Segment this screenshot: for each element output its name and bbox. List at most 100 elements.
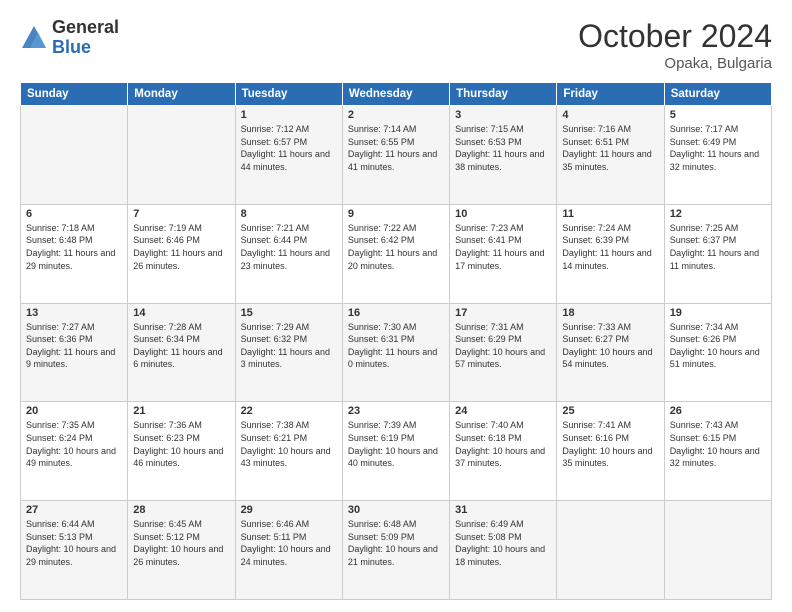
cell-content-0-3: Sunrise: 7:14 AMSunset: 6:55 PMDaylight:… — [348, 123, 444, 173]
day-num-4-4: 31 — [455, 504, 551, 516]
cell-content-4-3: Sunrise: 6:48 AMSunset: 5:09 PMDaylight:… — [348, 518, 444, 568]
day-num-0-3: 2 — [348, 109, 444, 121]
day-num-3-4: 24 — [455, 405, 551, 417]
day-num-1-0: 6 — [26, 208, 122, 220]
day-num-0-6: 5 — [670, 109, 766, 121]
cell-content-1-5: Sunrise: 7:24 AMSunset: 6:39 PMDaylight:… — [562, 222, 658, 272]
cell-1-6: 12 Sunrise: 7:25 AMSunset: 6:37 PMDayligh… — [664, 204, 771, 303]
day-num-1-6: 12 — [670, 208, 766, 220]
cell-content-1-4: Sunrise: 7:23 AMSunset: 6:41 PMDaylight:… — [455, 222, 551, 272]
month-title: October 2024 — [578, 18, 772, 55]
cell-content-2-6: Sunrise: 7:34 AMSunset: 6:26 PMDaylight:… — [670, 321, 766, 371]
cell-content-0-5: Sunrise: 7:16 AMSunset: 6:51 PMDaylight:… — [562, 123, 658, 173]
cell-1-3: 9 Sunrise: 7:22 AMSunset: 6:42 PMDaylight… — [342, 204, 449, 303]
cell-content-1-0: Sunrise: 7:18 AMSunset: 6:48 PMDaylight:… — [26, 222, 122, 272]
cell-content-2-4: Sunrise: 7:31 AMSunset: 6:29 PMDaylight:… — [455, 321, 551, 371]
header-thursday: Thursday — [450, 83, 557, 106]
cell-2-2: 15 Sunrise: 7:29 AMSunset: 6:32 PMDayligh… — [235, 303, 342, 402]
day-num-3-3: 23 — [348, 405, 444, 417]
cell-content-1-3: Sunrise: 7:22 AMSunset: 6:42 PMDaylight:… — [348, 222, 444, 272]
cell-content-1-6: Sunrise: 7:25 AMSunset: 6:37 PMDaylight:… — [670, 222, 766, 272]
cell-content-4-1: Sunrise: 6:45 AMSunset: 5:12 PMDaylight:… — [133, 518, 229, 568]
cell-content-2-5: Sunrise: 7:33 AMSunset: 6:27 PMDaylight:… — [562, 321, 658, 371]
cell-3-4: 24 Sunrise: 7:40 AMSunset: 6:18 PMDayligh… — [450, 402, 557, 501]
logo-general-text: General — [52, 18, 119, 38]
header-tuesday: Tuesday — [235, 83, 342, 106]
logo-text: General Blue — [52, 18, 119, 58]
cell-content-0-4: Sunrise: 7:15 AMSunset: 6:53 PMDaylight:… — [455, 123, 551, 173]
cell-content-4-4: Sunrise: 6:49 AMSunset: 5:08 PMDaylight:… — [455, 518, 551, 568]
day-num-1-3: 9 — [348, 208, 444, 220]
cell-content-4-0: Sunrise: 6:44 AMSunset: 5:13 PMDaylight:… — [26, 518, 122, 568]
header-friday: Friday — [557, 83, 664, 106]
day-num-2-6: 19 — [670, 307, 766, 319]
cell-0-6: 5 Sunrise: 7:17 AMSunset: 6:49 PMDaylight… — [664, 106, 771, 205]
cell-4-6 — [664, 501, 771, 600]
cell-1-2: 8 Sunrise: 7:21 AMSunset: 6:44 PMDaylight… — [235, 204, 342, 303]
title-block: October 2024 Opaka, Bulgaria — [578, 18, 772, 72]
day-num-0-2: 1 — [241, 109, 337, 121]
header: General Blue October 2024 Opaka, Bulgari… — [20, 18, 772, 72]
cell-content-0-2: Sunrise: 7:12 AMSunset: 6:57 PMDaylight:… — [241, 123, 337, 173]
day-num-3-0: 20 — [26, 405, 122, 417]
day-num-2-3: 16 — [348, 307, 444, 319]
cell-content-3-3: Sunrise: 7:39 AMSunset: 6:19 PMDaylight:… — [348, 419, 444, 469]
cell-2-3: 16 Sunrise: 7:30 AMSunset: 6:31 PMDayligh… — [342, 303, 449, 402]
cell-1-1: 7 Sunrise: 7:19 AMSunset: 6:46 PMDaylight… — [128, 204, 235, 303]
day-num-3-1: 21 — [133, 405, 229, 417]
cell-3-0: 20 Sunrise: 7:35 AMSunset: 6:24 PMDayligh… — [21, 402, 128, 501]
day-num-2-4: 17 — [455, 307, 551, 319]
cell-content-4-2: Sunrise: 6:46 AMSunset: 5:11 PMDaylight:… — [241, 518, 337, 568]
day-num-2-1: 14 — [133, 307, 229, 319]
cell-1-5: 11Sunrise: 7:24 AMSunset: 6:39 PMDayligh… — [557, 204, 664, 303]
day-num-3-6: 26 — [670, 405, 766, 417]
cell-2-5: 18Sunrise: 7:33 AMSunset: 6:27 PMDayligh… — [557, 303, 664, 402]
logo-blue-text: Blue — [52, 38, 119, 58]
cell-content-3-1: Sunrise: 7:36 AMSunset: 6:23 PMDaylight:… — [133, 419, 229, 469]
day-num-1-1: 7 — [133, 208, 229, 220]
cell-content-3-5: Sunrise: 7:41 AMSunset: 6:16 PMDaylight:… — [562, 419, 658, 469]
cell-content-3-2: Sunrise: 7:38 AMSunset: 6:21 PMDaylight:… — [241, 419, 337, 469]
day-num-1-2: 8 — [241, 208, 337, 220]
day-num-3-5: 25 — [562, 405, 658, 417]
cell-3-3: 23 Sunrise: 7:39 AMSunset: 6:19 PMDayligh… — [342, 402, 449, 501]
cell-content-3-6: Sunrise: 7:43 AMSunset: 6:15 PMDaylight:… — [670, 419, 766, 469]
cell-4-0: 27 Sunrise: 6:44 AMSunset: 5:13 PMDayligh… — [21, 501, 128, 600]
cell-2-6: 19 Sunrise: 7:34 AMSunset: 6:26 PMDayligh… — [664, 303, 771, 402]
cell-content-1-2: Sunrise: 7:21 AMSunset: 6:44 PMDaylight:… — [241, 222, 337, 272]
cell-content-3-0: Sunrise: 7:35 AMSunset: 6:24 PMDaylight:… — [26, 419, 122, 469]
calendar-body: 1 Sunrise: 7:12 AMSunset: 6:57 PMDaylight… — [21, 106, 772, 600]
day-num-2-0: 13 — [26, 307, 122, 319]
header-saturday: Saturday — [664, 83, 771, 106]
cell-3-5: 25 Sunrise: 7:41 AMSunset: 6:16 PMDayligh… — [557, 402, 664, 501]
header-wednesday: Wednesday — [342, 83, 449, 106]
day-num-0-5: 4 — [562, 109, 658, 121]
day-num-4-3: 30 — [348, 504, 444, 516]
cell-2-1: 14Sunrise: 7:28 AMSunset: 6:34 PMDayligh… — [128, 303, 235, 402]
cell-content-2-2: Sunrise: 7:29 AMSunset: 6:32 PMDaylight:… — [241, 321, 337, 371]
cell-content-0-6: Sunrise: 7:17 AMSunset: 6:49 PMDaylight:… — [670, 123, 766, 173]
day-num-0-4: 3 — [455, 109, 551, 121]
cell-content-3-4: Sunrise: 7:40 AMSunset: 6:18 PMDaylight:… — [455, 419, 551, 469]
cell-4-1: 28Sunrise: 6:45 AMSunset: 5:12 PMDayligh… — [128, 501, 235, 600]
cell-0-0 — [21, 106, 128, 205]
day-num-3-2: 22 — [241, 405, 337, 417]
cell-content-2-0: Sunrise: 7:27 AMSunset: 6:36 PMDaylight:… — [26, 321, 122, 371]
day-num-4-0: 27 — [26, 504, 122, 516]
cell-4-5 — [557, 501, 664, 600]
calendar-table: Sunday Monday Tuesday Wednesday Thursday… — [20, 82, 772, 600]
header-monday: Monday — [128, 83, 235, 106]
week-row-3: 20 Sunrise: 7:35 AMSunset: 6:24 PMDayligh… — [21, 402, 772, 501]
cell-0-5: 4 Sunrise: 7:16 AMSunset: 6:51 PMDaylight… — [557, 106, 664, 205]
cell-0-1 — [128, 106, 235, 205]
cell-content-1-1: Sunrise: 7:19 AMSunset: 6:46 PMDaylight:… — [133, 222, 229, 272]
header-sunday: Sunday — [21, 83, 128, 106]
cell-content-2-3: Sunrise: 7:30 AMSunset: 6:31 PMDaylight:… — [348, 321, 444, 371]
cell-2-4: 17 Sunrise: 7:31 AMSunset: 6:29 PMDayligh… — [450, 303, 557, 402]
header-row: Sunday Monday Tuesday Wednesday Thursday… — [21, 83, 772, 106]
cell-1-0: 6 Sunrise: 7:18 AMSunset: 6:48 PMDaylight… — [21, 204, 128, 303]
cell-3-2: 22 Sunrise: 7:38 AMSunset: 6:21 PMDayligh… — [235, 402, 342, 501]
calendar-header: Sunday Monday Tuesday Wednesday Thursday… — [21, 83, 772, 106]
day-num-2-2: 15 — [241, 307, 337, 319]
cell-2-0: 13 Sunrise: 7:27 AMSunset: 6:36 PMDayligh… — [21, 303, 128, 402]
